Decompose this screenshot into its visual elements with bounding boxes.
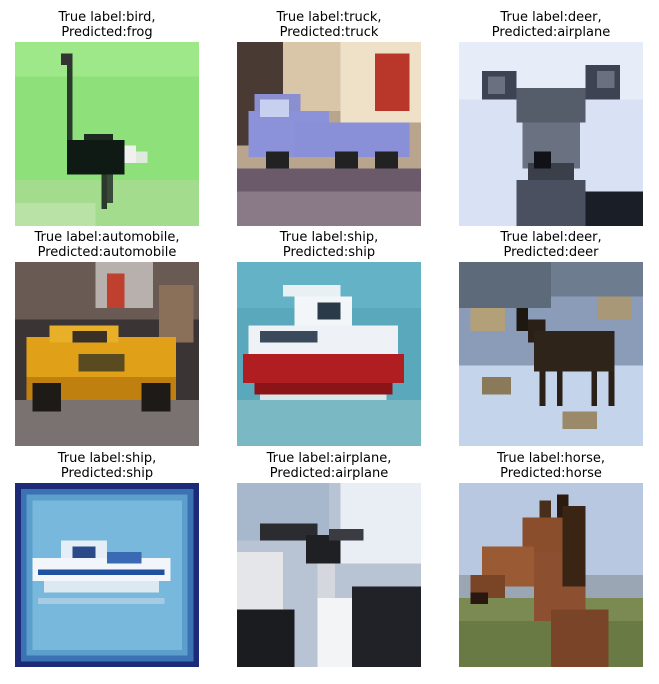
true-label: True label:bird, xyxy=(58,10,156,25)
image-boat xyxy=(237,262,421,446)
true-label: True label:truck, xyxy=(276,10,382,25)
predicted-label: Predicted:airplane xyxy=(491,25,611,40)
caption: True label:ship, Predicted:ship xyxy=(217,230,441,260)
caption: True label:automobile, Predicted:automob… xyxy=(0,230,219,260)
predicted-label: Predicted:deer xyxy=(503,245,599,260)
image-horse xyxy=(459,483,643,667)
true-label: True label:ship, xyxy=(57,451,157,466)
predicted-label: Predicted:horse xyxy=(500,466,602,481)
caption: True label:ship, Predicted:ship xyxy=(0,451,219,481)
caption: True label:airplane, Predicted:airplane xyxy=(217,451,441,481)
true-label: True label:ship, xyxy=(279,230,379,245)
caption: True label:deer, Predicted:deer xyxy=(439,230,659,260)
image-speedboat xyxy=(15,483,199,667)
predicted-label: Predicted:truck xyxy=(279,25,379,40)
true-label: True label:horse, xyxy=(496,451,605,466)
true-label: True label:deer, xyxy=(500,10,602,25)
predicted-label: Predicted:automobile xyxy=(37,245,177,260)
predicted-label: Predicted:ship xyxy=(60,466,154,481)
image-truck xyxy=(237,42,421,226)
true-label: True label:deer, xyxy=(500,230,602,245)
caption: True label:deer, Predicted:airplane xyxy=(439,10,659,40)
image-ostrich xyxy=(15,42,199,226)
true-label: True label:automobile, xyxy=(34,230,180,245)
caption: True label:bird, Predicted:frog xyxy=(0,10,219,40)
predicted-label: Predicted:frog xyxy=(61,25,153,40)
image-deer-face xyxy=(459,42,643,226)
predicted-label: Predicted:airplane xyxy=(269,466,389,481)
image-deer-snow xyxy=(459,262,643,446)
caption: True label:truck, Predicted:truck xyxy=(217,10,441,40)
predicted-label: Predicted:ship xyxy=(282,245,376,260)
image-sports-car xyxy=(15,262,199,446)
true-label: True label:airplane, xyxy=(266,451,392,466)
image-airplane xyxy=(237,483,421,667)
caption: True label:horse, Predicted:horse xyxy=(439,451,659,481)
